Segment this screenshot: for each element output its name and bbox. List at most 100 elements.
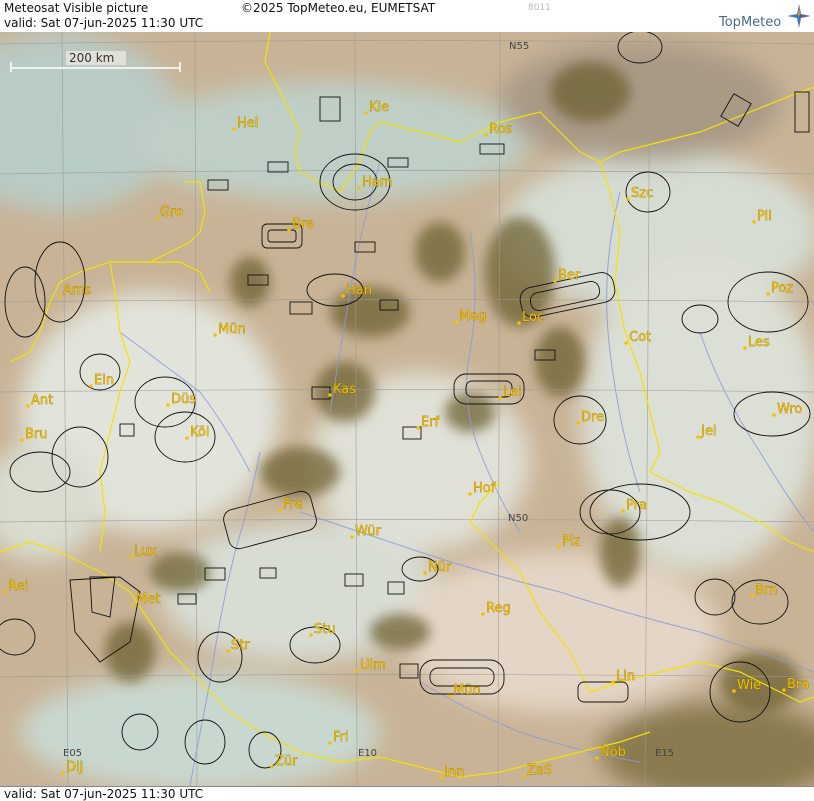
weather-map-window: Meteosat Visible picture ©2025 TopMeteo.… [0, 0, 814, 801]
satellite-map[interactable]: 200 km N55 N50 E05 E10 E15 Hel Kie Ros Ham S… [0, 32, 814, 786]
city-dot [185, 436, 189, 440]
city-dot [448, 694, 452, 698]
city-dot [129, 555, 133, 559]
city-label: Bru [25, 427, 48, 442]
city-label: Kas [333, 382, 356, 397]
city-label: Fra [283, 497, 303, 512]
header-bar: Meteosat Visible picture ©2025 TopMeteo.… [0, 0, 814, 33]
city-label: Str [231, 638, 250, 653]
city-dot [621, 509, 625, 513]
city-label: Dre [581, 410, 604, 425]
city-label: Fri [333, 730, 349, 745]
city-dot [3, 590, 7, 594]
city-dot [624, 341, 628, 345]
grid-label-e10: E10 [358, 748, 377, 759]
city-label: Rei [8, 579, 28, 594]
city-dot [213, 333, 217, 337]
city-label: Ams [63, 283, 92, 298]
city-label: Pra [626, 498, 647, 513]
city-dot [328, 393, 332, 397]
city-label: Erf [421, 415, 440, 430]
city-dot [732, 689, 736, 693]
city-dot [89, 384, 93, 388]
city-label: Köl [190, 425, 209, 440]
city-dot [611, 680, 615, 684]
city-label: Nür [428, 560, 452, 575]
city-dot [481, 612, 485, 616]
city-label: Mag [459, 309, 486, 324]
city-label: Reg [486, 601, 511, 616]
city-label: Szc [631, 186, 653, 201]
city-label: Ber [558, 268, 581, 283]
city-dot [131, 603, 135, 607]
map-canvas: 200 km N55 N50 E05 E10 E15 Hel Kie Ros Ham S… [0, 32, 814, 786]
city-dot [166, 403, 170, 407]
city-label: Gro [160, 205, 183, 220]
brand-name: TopMeteo [719, 15, 782, 30]
city-label: Dij [66, 760, 83, 775]
scale-label: 200 km [69, 51, 114, 65]
city-label: Jel [700, 424, 716, 439]
city-dot [484, 133, 488, 137]
city-dot [454, 320, 458, 324]
city-label: Plz [562, 534, 580, 549]
city-dot [287, 228, 291, 232]
city-label: Pil [757, 209, 772, 224]
city-dot [61, 771, 65, 775]
city-label: Ein [94, 373, 114, 388]
city-label: Loc [522, 310, 544, 325]
city-dot [309, 633, 313, 637]
city-dot [752, 220, 756, 224]
city-label: Cot [629, 330, 651, 345]
city-label: Lei [503, 385, 522, 400]
city-dot [328, 741, 332, 745]
city-label: Hel [237, 116, 258, 131]
city-label: Inn [444, 765, 464, 780]
city-dot [232, 127, 236, 131]
footer-bar: valid: Sat 07-jun-2025 11:30 UTC [0, 786, 814, 801]
city-dot [522, 774, 526, 778]
city-dot [743, 346, 747, 350]
grid-label-n50: N50 [508, 513, 528, 524]
city-dot [355, 669, 359, 673]
city-dot [278, 508, 282, 512]
city-label: Zür [275, 754, 298, 769]
city-dot [20, 438, 24, 442]
grid-label-n55: N55 [509, 41, 529, 52]
map-title: Meteosat Visible picture [4, 1, 149, 15]
city-label: Lux [134, 544, 157, 559]
city-label: Les [748, 335, 770, 350]
city-label: Mün [453, 683, 481, 698]
city-dot [26, 404, 30, 408]
city-dot [782, 688, 786, 692]
topmeteo-logo-icon [787, 4, 811, 28]
city-label: Hof [473, 481, 496, 496]
city-label: Düs [171, 392, 196, 407]
city-dot [626, 197, 630, 201]
city-dot [270, 765, 274, 769]
city-label: Ham [362, 175, 392, 190]
city-dot [766, 292, 770, 296]
city-label: Brn [755, 583, 777, 598]
city-label: Stu [314, 622, 336, 637]
city-label: Bre [292, 217, 314, 232]
grid-label-e05: E05 [63, 748, 82, 759]
city-dot [350, 535, 354, 539]
city-dot [226, 649, 230, 653]
city-dot [416, 426, 420, 430]
city-label: Wro [777, 402, 802, 417]
city-label: Poz [771, 281, 793, 296]
city-dot [357, 186, 361, 190]
city-dot [772, 413, 776, 417]
copyright-text: ©2025 TopMeteo.eu, EUMETSAT [241, 1, 436, 15]
city-dot [576, 421, 580, 425]
image-code: 8011 [528, 3, 551, 13]
city-dot [553, 279, 557, 283]
city-dot [341, 294, 345, 298]
city-label: Lin [616, 669, 635, 684]
city-label: Nöb [600, 745, 626, 760]
valid-time-top: valid: Sat 07-jun-2025 11:30 UTC [4, 16, 204, 30]
city-dot [423, 571, 427, 575]
city-dot [468, 492, 472, 496]
city-dot [155, 216, 159, 220]
